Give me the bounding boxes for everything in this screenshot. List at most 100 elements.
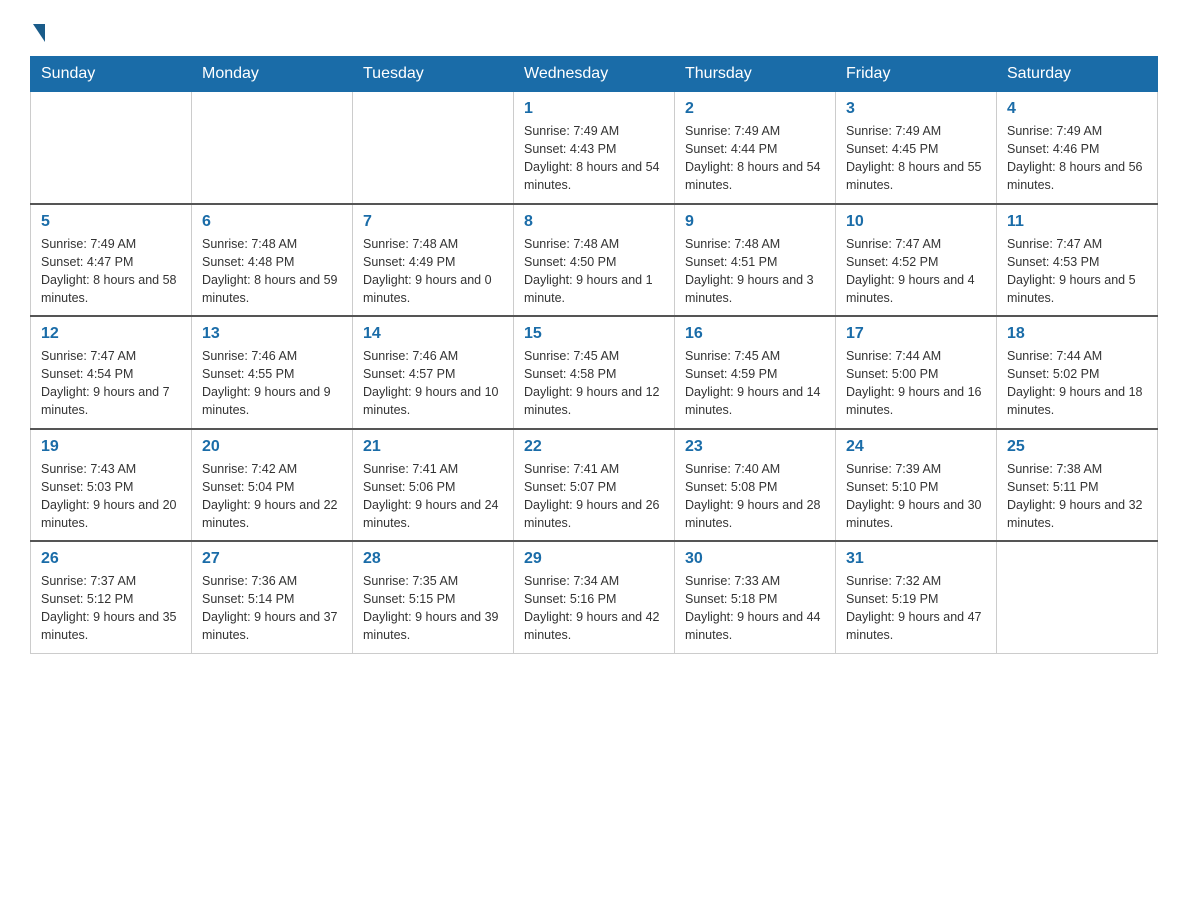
calendar-cell: 20 Sunrise: 7:42 AM Sunset: 5:04 PM Dayli… <box>192 429 353 542</box>
day-info: Sunrise: 7:38 AM Sunset: 5:11 PM Dayligh… <box>1007 460 1147 533</box>
day-info: Sunrise: 7:48 AM Sunset: 4:50 PM Dayligh… <box>524 235 664 308</box>
calendar-cell: 25 Sunrise: 7:38 AM Sunset: 5:11 PM Dayli… <box>997 429 1158 542</box>
day-info: Sunrise: 7:37 AM Sunset: 5:12 PM Dayligh… <box>41 572 181 645</box>
day-number: 26 <box>41 550 181 568</box>
day-number: 11 <box>1007 213 1147 231</box>
day-info: Sunrise: 7:49 AM Sunset: 4:45 PM Dayligh… <box>846 122 986 195</box>
calendar-cell: 2Sunrise: 7:49 AM Sunset: 4:44 PM Daylig… <box>675 92 836 204</box>
calendar-cell: 16 Sunrise: 7:45 AM Sunset: 4:59 PM Dayli… <box>675 316 836 429</box>
day-info: Sunrise: 7:48 AM Sunset: 4:49 PM Dayligh… <box>363 235 503 308</box>
calendar-header-saturday: Saturday <box>997 57 1158 92</box>
calendar-cell: 26 Sunrise: 7:37 AM Sunset: 5:12 PM Dayli… <box>31 541 192 653</box>
calendar-cell: 19Sunrise: 7:43 AM Sunset: 5:03 PM Dayli… <box>31 429 192 542</box>
day-number: 8 <box>524 213 664 231</box>
calendar-cell: 30Sunrise: 7:33 AM Sunset: 5:18 PM Dayli… <box>675 541 836 653</box>
calendar-header-wednesday: Wednesday <box>514 57 675 92</box>
calendar-cell: 18Sunrise: 7:44 AM Sunset: 5:02 PM Dayli… <box>997 316 1158 429</box>
day-info: Sunrise: 7:46 AM Sunset: 4:57 PM Dayligh… <box>363 347 503 420</box>
day-number: 25 <box>1007 438 1147 456</box>
day-info: Sunrise: 7:39 AM Sunset: 5:10 PM Dayligh… <box>846 460 986 533</box>
day-info: Sunrise: 7:47 AM Sunset: 4:53 PM Dayligh… <box>1007 235 1147 308</box>
calendar-cell: 29Sunrise: 7:34 AM Sunset: 5:16 PM Dayli… <box>514 541 675 653</box>
day-info: Sunrise: 7:46 AM Sunset: 4:55 PM Dayligh… <box>202 347 342 420</box>
calendar-cell: 22 Sunrise: 7:41 AM Sunset: 5:07 PM Dayli… <box>514 429 675 542</box>
calendar-cell: 17 Sunrise: 7:44 AM Sunset: 5:00 PM Dayli… <box>836 316 997 429</box>
day-info: Sunrise: 7:47 AM Sunset: 4:54 PM Dayligh… <box>41 347 181 420</box>
calendar-cell: 11 Sunrise: 7:47 AM Sunset: 4:53 PM Dayli… <box>997 204 1158 317</box>
day-number: 6 <box>202 213 342 231</box>
day-number: 27 <box>202 550 342 568</box>
calendar-cell: 3 Sunrise: 7:49 AM Sunset: 4:45 PM Daylig… <box>836 92 997 204</box>
day-info: Sunrise: 7:48 AM Sunset: 4:51 PM Dayligh… <box>685 235 825 308</box>
day-number: 10 <box>846 213 986 231</box>
day-number: 16 <box>685 325 825 343</box>
calendar-cell: 24 Sunrise: 7:39 AM Sunset: 5:10 PM Dayli… <box>836 429 997 542</box>
calendar-cell <box>997 541 1158 653</box>
day-number: 13 <box>202 325 342 343</box>
day-number: 4 <box>1007 100 1147 118</box>
day-number: 19 <box>41 438 181 456</box>
day-info: Sunrise: 7:48 AM Sunset: 4:48 PM Dayligh… <box>202 235 342 308</box>
calendar-cell: 21 Sunrise: 7:41 AM Sunset: 5:06 PM Dayli… <box>353 429 514 542</box>
day-info: Sunrise: 7:45 AM Sunset: 4:58 PM Dayligh… <box>524 347 664 420</box>
calendar-cell: 15 Sunrise: 7:45 AM Sunset: 4:58 PM Dayli… <box>514 316 675 429</box>
day-number: 24 <box>846 438 986 456</box>
day-number: 17 <box>846 325 986 343</box>
calendar-cell: 6 Sunrise: 7:48 AM Sunset: 4:48 PM Daylig… <box>192 204 353 317</box>
day-info: Sunrise: 7:45 AM Sunset: 4:59 PM Dayligh… <box>685 347 825 420</box>
calendar-cell <box>353 92 514 204</box>
day-number: 29 <box>524 550 664 568</box>
calendar-header-row: SundayMondayTuesdayWednesdayThursdayFrid… <box>31 57 1158 92</box>
day-info: Sunrise: 7:47 AM Sunset: 4:52 PM Dayligh… <box>846 235 986 308</box>
day-info: Sunrise: 7:36 AM Sunset: 5:14 PM Dayligh… <box>202 572 342 645</box>
day-info: Sunrise: 7:44 AM Sunset: 5:00 PM Dayligh… <box>846 347 986 420</box>
page-header <box>30 20 1158 38</box>
calendar-cell: 23 Sunrise: 7:40 AM Sunset: 5:08 PM Dayli… <box>675 429 836 542</box>
calendar-cell <box>31 92 192 204</box>
day-number: 15 <box>524 325 664 343</box>
calendar-header-monday: Monday <box>192 57 353 92</box>
day-number: 9 <box>685 213 825 231</box>
calendar-week-row: 5 Sunrise: 7:49 AM Sunset: 4:47 PM Daylig… <box>31 204 1158 317</box>
day-info: Sunrise: 7:41 AM Sunset: 5:07 PM Dayligh… <box>524 460 664 533</box>
day-number: 31 <box>846 550 986 568</box>
day-number: 12 <box>41 325 181 343</box>
logo <box>30 20 45 38</box>
calendar-cell: 12 Sunrise: 7:47 AM Sunset: 4:54 PM Dayli… <box>31 316 192 429</box>
calendar-cell: 13 Sunrise: 7:46 AM Sunset: 4:55 PM Dayli… <box>192 316 353 429</box>
day-number: 21 <box>363 438 503 456</box>
day-number: 22 <box>524 438 664 456</box>
calendar-week-row: 12 Sunrise: 7:47 AM Sunset: 4:54 PM Dayli… <box>31 316 1158 429</box>
calendar-cell: 28 Sunrise: 7:35 AM Sunset: 5:15 PM Dayli… <box>353 541 514 653</box>
calendar-cell: 10 Sunrise: 7:47 AM Sunset: 4:52 PM Dayli… <box>836 204 997 317</box>
day-info: Sunrise: 7:32 AM Sunset: 5:19 PM Dayligh… <box>846 572 986 645</box>
day-number: 5 <box>41 213 181 231</box>
day-number: 14 <box>363 325 503 343</box>
day-info: Sunrise: 7:35 AM Sunset: 5:15 PM Dayligh… <box>363 572 503 645</box>
calendar-cell: 31 Sunrise: 7:32 AM Sunset: 5:19 PM Dayli… <box>836 541 997 653</box>
day-info: Sunrise: 7:41 AM Sunset: 5:06 PM Dayligh… <box>363 460 503 533</box>
logo-arrow-icon <box>33 24 45 42</box>
calendar-cell: 9 Sunrise: 7:48 AM Sunset: 4:51 PM Daylig… <box>675 204 836 317</box>
day-number: 20 <box>202 438 342 456</box>
calendar-cell: 1 Sunrise: 7:49 AM Sunset: 4:43 PM Daylig… <box>514 92 675 204</box>
day-info: Sunrise: 7:49 AM Sunset: 4:47 PM Dayligh… <box>41 235 181 308</box>
day-number: 28 <box>363 550 503 568</box>
day-info: Sunrise: 7:40 AM Sunset: 5:08 PM Dayligh… <box>685 460 825 533</box>
calendar-header-tuesday: Tuesday <box>353 57 514 92</box>
day-info: Sunrise: 7:33 AM Sunset: 5:18 PM Dayligh… <box>685 572 825 645</box>
calendar-cell <box>192 92 353 204</box>
day-number: 3 <box>846 100 986 118</box>
day-number: 2 <box>685 100 825 118</box>
day-info: Sunrise: 7:42 AM Sunset: 5:04 PM Dayligh… <box>202 460 342 533</box>
day-number: 7 <box>363 213 503 231</box>
calendar-week-row: 19Sunrise: 7:43 AM Sunset: 5:03 PM Dayli… <box>31 429 1158 542</box>
day-number: 23 <box>685 438 825 456</box>
calendar-cell: 5 Sunrise: 7:49 AM Sunset: 4:47 PM Daylig… <box>31 204 192 317</box>
calendar-cell: 14 Sunrise: 7:46 AM Sunset: 4:57 PM Dayli… <box>353 316 514 429</box>
calendar-table: SundayMondayTuesdayWednesdayThursdayFrid… <box>30 56 1158 654</box>
day-number: 1 <box>524 100 664 118</box>
day-info: Sunrise: 7:44 AM Sunset: 5:02 PM Dayligh… <box>1007 347 1147 420</box>
day-info: Sunrise: 7:49 AM Sunset: 4:43 PM Dayligh… <box>524 122 664 195</box>
calendar-cell: 27 Sunrise: 7:36 AM Sunset: 5:14 PM Dayli… <box>192 541 353 653</box>
